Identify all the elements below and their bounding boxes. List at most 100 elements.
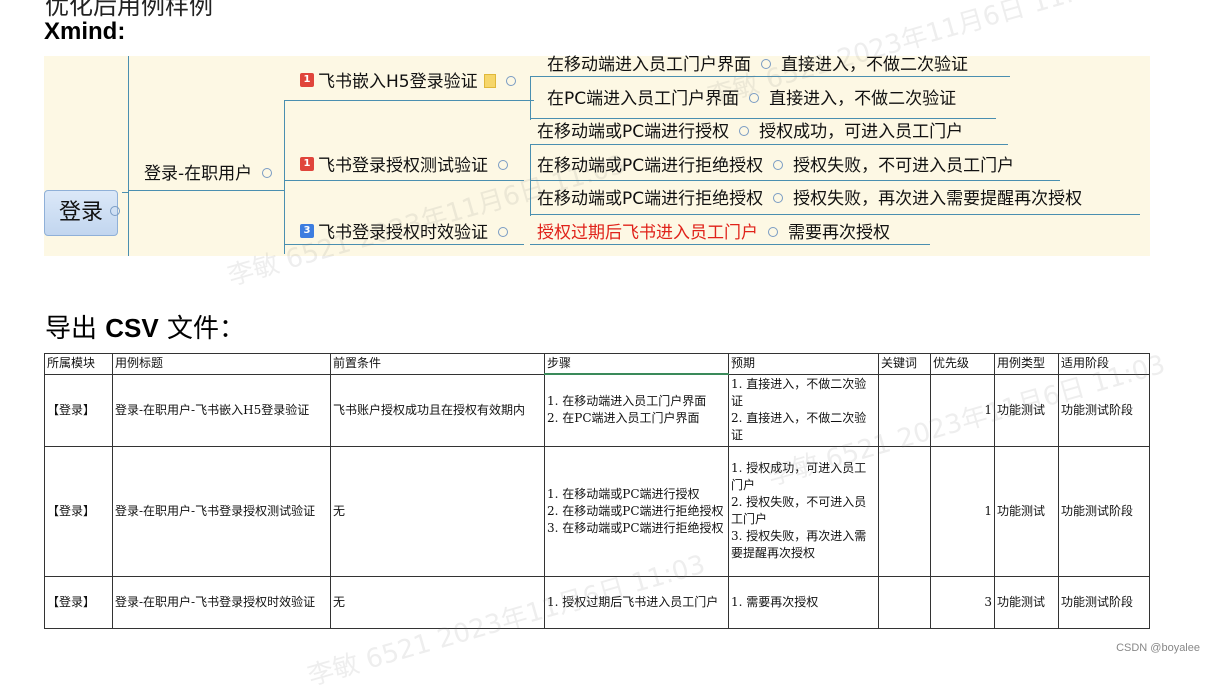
mindmap-root-node[interactable]: 登录 bbox=[44, 190, 118, 236]
branch-node[interactable]: 登录-在职用户 bbox=[144, 163, 282, 185]
step-label: 在PC端进入员工门户界面 bbox=[547, 89, 740, 109]
collapse-toggle-icon[interactable] bbox=[768, 227, 778, 237]
step-node[interactable]: 在移动端或PC端进行授权 授权成功，可进入员工门户 bbox=[537, 121, 963, 143]
export-heading: 导出 CSV 文件： bbox=[45, 308, 245, 345]
result-label: 授权失败，不可进入员工门户 bbox=[793, 156, 1015, 176]
collapse-toggle-icon[interactable] bbox=[739, 126, 750, 136]
column-header[interactable]: 适用阶段 bbox=[1058, 353, 1150, 375]
cell-keyword[interactable] bbox=[878, 575, 931, 629]
step-node[interactable]: 在移动端进入员工门户界面 直接进入，不做二次验证 bbox=[547, 54, 968, 76]
column-header[interactable]: 关键词 bbox=[878, 353, 931, 375]
collapse-toggle-icon[interactable] bbox=[498, 160, 508, 170]
connector-line bbox=[530, 144, 1008, 145]
connector-line bbox=[284, 244, 524, 245]
cell-stage[interactable]: 功能测试阶段 bbox=[1058, 575, 1150, 629]
step-line: 1. 在移动端或PC端进行授权 bbox=[547, 486, 700, 501]
step-line: 2. 在PC端进入员工门户界面 bbox=[547, 411, 700, 426]
step-line: 2. 在移动端或PC端进行拒绝授权 bbox=[547, 503, 724, 518]
result-label: 直接进入，不做二次验证 bbox=[769, 89, 957, 109]
step-node[interactable]: 在移动端或PC端进行拒绝授权 授权失败，不可进入员工门户 bbox=[537, 155, 1014, 177]
branch-label: 登录-在职用户 bbox=[144, 164, 253, 184]
expected-line: 1. 需要再次授权 bbox=[731, 594, 819, 609]
connector-line bbox=[530, 76, 531, 120]
collapse-toggle-icon[interactable] bbox=[505, 76, 516, 86]
credit-text: CSDN @boyalee bbox=[1116, 642, 1200, 654]
cell-module[interactable]: 【登录】 bbox=[44, 373, 113, 447]
cell-module[interactable]: 【登录】 bbox=[44, 575, 113, 629]
table-row: 【登录】 登录-在职用户-飞书嵌入H5登录验证 飞书账户授权成功且在授权有效期内… bbox=[44, 373, 1150, 447]
priority-badge: 3 bbox=[300, 224, 314, 238]
cell-title[interactable]: 登录-在职用户-飞书登录授权时效验证 bbox=[112, 575, 331, 629]
cell-steps[interactable]: 1. 在移动端进入员工门户界面 2. 在PC端进入员工门户界面 bbox=[544, 373, 729, 447]
expected-line: 3. 授权失败，再次进入需要提醒再次授权 bbox=[731, 529, 867, 560]
column-header-selected[interactable]: 步骤 bbox=[544, 353, 729, 375]
step-node[interactable]: 在移动端或PC端进行拒绝授权 授权失败，再次进入需要提醒再次授权 bbox=[537, 188, 1082, 210]
cell-type[interactable]: 功能测试 bbox=[994, 445, 1059, 577]
column-header[interactable]: 所属模块 bbox=[44, 353, 113, 375]
export-heading-prefix: 导出 bbox=[45, 314, 98, 344]
topic-node[interactable]: 3 飞书登录授权时效验证 bbox=[300, 222, 518, 244]
column-header[interactable]: 前置条件 bbox=[330, 353, 545, 375]
cell-type[interactable]: 功能测试 bbox=[994, 575, 1059, 629]
connector-line bbox=[122, 192, 129, 193]
expected-line: 2. 授权失败，不可进入员工门户 bbox=[731, 495, 867, 526]
cell-module[interactable]: 【登录】 bbox=[44, 445, 113, 577]
cell-priority[interactable]: 1 bbox=[930, 373, 995, 447]
result-label: 直接进入，不做二次验证 bbox=[781, 55, 968, 75]
topic-label: 飞书嵌入H5登录验证 bbox=[318, 72, 478, 92]
collapse-toggle-icon[interactable] bbox=[761, 59, 771, 69]
cell-stage[interactable]: 功能测试阶段 bbox=[1058, 373, 1150, 447]
cell-steps[interactable]: 1. 授权过期后飞书进入员工门户 bbox=[544, 575, 729, 629]
topic-node[interactable]: 1 飞书嵌入H5登录验证 bbox=[300, 71, 526, 93]
step-label: 在移动端进入员工门户界面 bbox=[547, 55, 751, 75]
cell-title[interactable]: 登录-在职用户-飞书登录授权测试验证 bbox=[112, 445, 331, 577]
step-label: 在移动端或PC端进行拒绝授权 bbox=[537, 189, 764, 209]
column-header[interactable]: 用例标题 bbox=[112, 353, 331, 375]
table-row: 【登录】 登录-在职用户-飞书登录授权测试验证 无 1. 在移动端或PC端进行授… bbox=[44, 445, 1150, 577]
step-node[interactable]: 授权过期后飞书进入员工门户 需要再次授权 bbox=[537, 222, 890, 244]
csv-table: 所属模块 用例标题 前置条件 步骤 预期 关键词 优先级 用例类型 适用阶段 【… bbox=[44, 353, 1150, 629]
column-header[interactable]: 优先级 bbox=[930, 353, 995, 375]
priority-badge: 1 bbox=[300, 73, 314, 87]
connector-line bbox=[530, 214, 1140, 215]
connector-line bbox=[530, 118, 996, 119]
cell-precondition[interactable]: 无 bbox=[330, 575, 545, 629]
cell-precondition[interactable]: 无 bbox=[330, 445, 545, 577]
connector-line bbox=[530, 76, 1010, 77]
cell-expected[interactable]: 1. 直接进入，不做二次验证 2. 直接进入，不做二次验证 bbox=[728, 373, 879, 447]
collapse-toggle-icon[interactable] bbox=[262, 168, 273, 178]
connector-line bbox=[128, 56, 129, 256]
collapse-toggle-icon[interactable] bbox=[773, 160, 784, 170]
collapse-toggle-icon[interactable] bbox=[110, 206, 120, 216]
cell-priority[interactable]: 3 bbox=[930, 575, 995, 629]
xmind-heading: Xmind: bbox=[44, 18, 126, 45]
cell-precondition[interactable]: 飞书账户授权成功且在授权有效期内 bbox=[330, 373, 545, 447]
collapse-toggle-icon[interactable] bbox=[773, 193, 784, 203]
topic-node[interactable]: 1 飞书登录授权测试验证 bbox=[300, 155, 518, 177]
cell-priority[interactable]: 1 bbox=[930, 445, 995, 577]
connector-line bbox=[284, 100, 285, 254]
column-header[interactable]: 用例类型 bbox=[994, 353, 1059, 375]
step-node[interactable]: 在PC端进入员工门户界面 直接进入，不做二次验证 bbox=[547, 88, 956, 110]
cell-expected[interactable]: 1. 授权成功，可进入员工门户 2. 授权失败，不可进入员工门户 3. 授权失败，再… bbox=[728, 445, 879, 577]
cell-steps[interactable]: 1. 在移动端或PC端进行授权 2. 在移动端或PC端进行拒绝授权 3. 在移动端或… bbox=[544, 445, 729, 577]
collapse-toggle-icon[interactable] bbox=[498, 227, 508, 237]
connector-line bbox=[530, 180, 1060, 181]
mindmap-canvas: 登录 登录-在职用户 1 飞书嵌入H5登录验证 1 飞书登录授权测试验证 3 飞书登录… bbox=[44, 54, 1150, 256]
table-row: 【登录】 登录-在职用户-飞书登录授权时效验证 无 1. 授权过期后飞书进入员工… bbox=[44, 575, 1150, 629]
note-icon[interactable] bbox=[483, 74, 496, 88]
cell-keyword[interactable] bbox=[878, 445, 931, 577]
connector-line bbox=[284, 180, 524, 181]
topic-label: 飞书登录授权测试验证 bbox=[318, 156, 488, 176]
column-header[interactable]: 预期 bbox=[728, 353, 879, 375]
cell-title[interactable]: 登录-在职用户-飞书嵌入H5登录验证 bbox=[112, 373, 331, 447]
collapse-toggle-icon[interactable] bbox=[749, 93, 760, 103]
cell-expected[interactable]: 1. 需要再次授权 bbox=[728, 575, 879, 629]
cell-type[interactable]: 功能测试 bbox=[994, 373, 1059, 447]
result-label: 需要再次授权 bbox=[788, 223, 890, 243]
cell-keyword[interactable] bbox=[878, 373, 931, 447]
step-line: 1. 授权过期后飞书进入员工门户 bbox=[547, 594, 719, 609]
expected-line: 2. 直接进入，不做二次验证 bbox=[731, 411, 867, 442]
cell-stage[interactable]: 功能测试阶段 bbox=[1058, 445, 1150, 577]
expected-line: 1. 授权成功，可进入员工门户 bbox=[731, 461, 867, 492]
